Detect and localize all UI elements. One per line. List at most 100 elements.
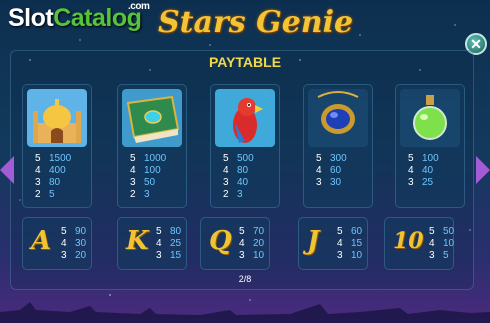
pay-row: 5 1000 bbox=[130, 153, 166, 165]
pay-row: 5 50 bbox=[429, 226, 454, 238]
pay-count: 3 bbox=[429, 250, 435, 261]
symbol-card-amulet: 5 300 4 60 3 30 bbox=[303, 84, 373, 208]
pay-count: 4 bbox=[35, 165, 41, 176]
pay-count: 3 bbox=[61, 250, 67, 261]
pay-count: 3 bbox=[337, 250, 343, 261]
pay-count: 2 bbox=[35, 189, 41, 200]
pay-row: 3 10 bbox=[337, 250, 362, 262]
pay-amount: 300 bbox=[330, 153, 347, 164]
pay-row: 5 300 bbox=[316, 153, 347, 165]
pay-row: 4 400 bbox=[35, 165, 71, 177]
pay-amount: 30 bbox=[330, 177, 342, 188]
pay-row: 5 100 bbox=[408, 153, 439, 165]
letter-k-icon: K bbox=[126, 226, 149, 256]
slotcatalog-logo: SlotCatalog .com bbox=[8, 1, 150, 33]
pay-amount: 10 bbox=[443, 238, 455, 249]
pay-row: 5 1500 bbox=[35, 153, 71, 165]
pay-count: 4 bbox=[130, 165, 136, 176]
pay-count: 4 bbox=[61, 238, 67, 249]
pay-amount: 50 bbox=[443, 226, 455, 237]
pay-amount: 10 bbox=[253, 250, 265, 261]
next-page-arrow[interactable] bbox=[476, 156, 490, 184]
pay-amount: 80 bbox=[49, 177, 61, 188]
pay-row: 4 60 bbox=[316, 165, 347, 177]
pay-count: 4 bbox=[156, 238, 162, 249]
pay-count: 5 bbox=[316, 153, 322, 164]
paytable-title: PAYTABLE bbox=[208, 54, 282, 70]
palace-payouts: 5 1500 4 400 3 80 25 bbox=[35, 153, 71, 201]
pay-amount: 400 bbox=[49, 165, 66, 176]
palace-icon bbox=[27, 89, 87, 147]
pay-amount: 5 bbox=[443, 250, 449, 261]
pay-row: 4 80 bbox=[223, 165, 254, 177]
letter-j-icon: J bbox=[307, 226, 320, 256]
pay-amount: 100 bbox=[144, 165, 161, 176]
pay-amount: 5 bbox=[49, 189, 55, 200]
pay-amount: 50 bbox=[144, 177, 156, 188]
pay-row: 3 15 bbox=[156, 250, 181, 262]
pay-row: 4 40 bbox=[408, 165, 439, 177]
letter-10-icon: 10 bbox=[393, 228, 424, 254]
book-icon bbox=[122, 89, 182, 147]
letter-a-icon: A bbox=[31, 226, 52, 256]
pay-row: 3 50 bbox=[130, 177, 166, 189]
potion-icon bbox=[400, 89, 460, 147]
pay-row: 5 80 bbox=[156, 226, 181, 238]
pay-amount: 10 bbox=[351, 250, 363, 261]
parrot-payouts: 5 500 4 80 3 40 23 bbox=[223, 153, 254, 201]
j-payouts: 5 60 4 15 3 10 bbox=[337, 226, 362, 262]
k-payouts: 5 80 4 25 3 15 bbox=[156, 226, 181, 262]
pay-count: 5 bbox=[239, 226, 245, 237]
pay-count: 2 bbox=[223, 189, 229, 200]
pay-count: 2 bbox=[130, 189, 136, 200]
pay-count: 3 bbox=[223, 177, 229, 188]
pay-count: 5 bbox=[130, 153, 136, 164]
pay-amount: 3 bbox=[237, 189, 243, 200]
pay-row: 3 40 bbox=[223, 177, 254, 189]
pay-amount: 15 bbox=[170, 250, 182, 261]
pay-row: 4 20 bbox=[239, 238, 264, 250]
pay-row: 5 70 bbox=[239, 226, 264, 238]
previous-page-arrow[interactable] bbox=[0, 156, 14, 184]
close-icon: ✕ bbox=[470, 36, 482, 52]
pay-row: 3 25 bbox=[408, 177, 439, 189]
pay-amount: 20 bbox=[253, 238, 265, 249]
potion-payouts: 5 100 4 40 3 25 bbox=[408, 153, 439, 189]
pay-count: 3 bbox=[239, 250, 245, 261]
pay-row: 3 20 bbox=[61, 250, 86, 262]
pay-row: 3 80 bbox=[35, 177, 71, 189]
pay-row: 4 25 bbox=[156, 238, 181, 250]
pay-count: 3 bbox=[316, 177, 322, 188]
pay-count: 5 bbox=[223, 153, 229, 164]
pay-amount: 20 bbox=[75, 250, 87, 261]
pay-amount: 500 bbox=[237, 153, 254, 164]
pay-row: 5 60 bbox=[337, 226, 362, 238]
pay-count: 5 bbox=[156, 226, 162, 237]
pay-count: 4 bbox=[223, 165, 229, 176]
pay-row: 3 10 bbox=[239, 250, 264, 262]
symbol-card-j: J 5 60 4 15 3 10 bbox=[298, 217, 368, 270]
a-payouts: 5 90 4 30 3 20 bbox=[61, 226, 86, 262]
q-payouts: 5 70 4 20 3 10 bbox=[239, 226, 264, 262]
pay-amount: 25 bbox=[422, 177, 434, 188]
pay-count: 5 bbox=[408, 153, 414, 164]
pay-amount: 80 bbox=[170, 226, 182, 237]
pay-count: 4 bbox=[239, 238, 245, 249]
pay-amount: 30 bbox=[75, 238, 87, 249]
pay-row: 25 bbox=[35, 189, 71, 201]
pay-row: 23 bbox=[130, 189, 166, 201]
amulet-icon bbox=[308, 89, 368, 147]
pay-count: 4 bbox=[408, 165, 414, 176]
symbol-card-palace: 5 1500 4 400 3 80 25 bbox=[22, 84, 92, 208]
pay-row: 5 90 bbox=[61, 226, 86, 238]
symbol-card-parrot: 5 500 4 80 3 40 23 bbox=[210, 84, 280, 208]
game-title: Stars Genie bbox=[158, 5, 354, 40]
pay-amount: 3 bbox=[144, 189, 150, 200]
logo-slot-text: Slot bbox=[8, 4, 54, 32]
pay-row: 5 500 bbox=[223, 153, 254, 165]
pay-count: 3 bbox=[130, 177, 136, 188]
symbol-card-a: A 5 90 4 30 3 20 bbox=[22, 217, 92, 270]
pay-amount: 1000 bbox=[144, 153, 167, 164]
pay-row: 4 100 bbox=[130, 165, 166, 177]
pay-count: 3 bbox=[408, 177, 414, 188]
